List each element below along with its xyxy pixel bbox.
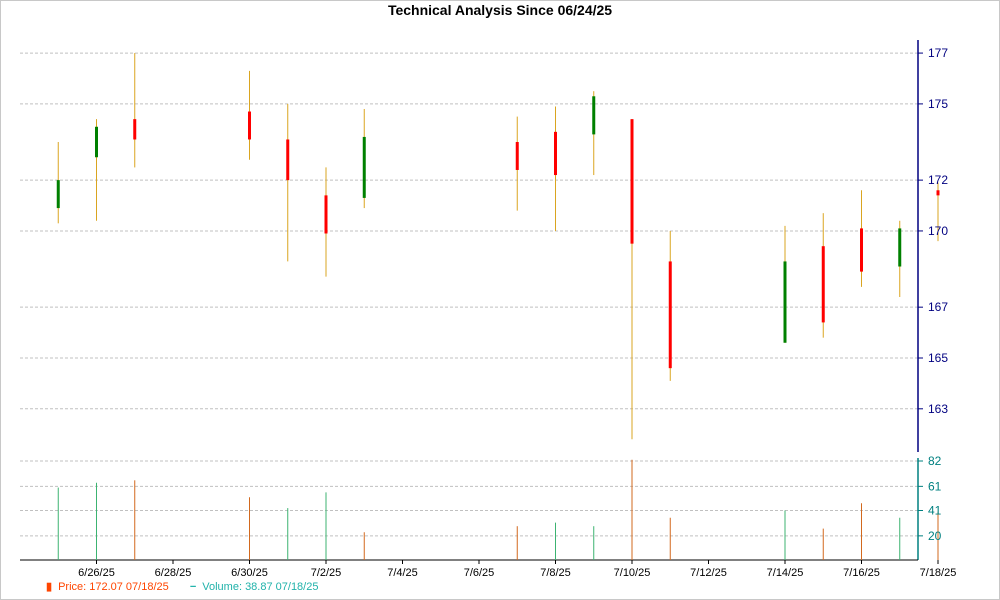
candle-body: [95, 126, 98, 158]
candle-body: [362, 136, 366, 198]
axes: [20, 40, 939, 564]
legend: ▮ Price: 172.07 07/18/25 − Volume: 38.87 0…: [46, 580, 336, 593]
candle-body: [936, 190, 940, 196]
x-tick-label: 7/2/25: [311, 567, 342, 579]
x-tick-label: 6/26/25: [78, 567, 115, 579]
price-tick-label: 177: [928, 46, 948, 60]
x-tick-label: 7/12/25: [690, 567, 727, 579]
legend-price: ▮ Price: 172.07 07/18/25: [46, 580, 169, 593]
volume-tick-label: 41: [928, 504, 942, 518]
candle-body: [592, 96, 596, 135]
x-tick-label: 7/18/25: [920, 567, 957, 579]
candle-body: [821, 246, 825, 323]
volume-tick-label: 61: [928, 479, 942, 493]
candle-body: [668, 261, 672, 369]
price-gridlines: [20, 52, 918, 410]
candle-body: [860, 228, 863, 272]
legend-price-label: Price: 172.07 07/18/25: [58, 581, 169, 593]
candle-body: [286, 139, 290, 181]
candle-body: [515, 142, 519, 170]
volume-gridlines: [20, 460, 918, 537]
x-tick-label: 7/6/25: [464, 567, 495, 579]
x-tick-label: 7/10/25: [614, 567, 651, 579]
price-tick-label: 175: [928, 97, 948, 111]
price-candles: [56, 53, 940, 440]
candle-body: [630, 119, 634, 244]
candle-body: [783, 261, 787, 343]
volume-bars: [57, 459, 939, 560]
legend-price-swatch: ▮: [46, 581, 53, 593]
candle-body: [56, 180, 60, 209]
price-tick-label: 165: [928, 351, 948, 365]
candle-body: [248, 111, 251, 140]
legend-volume: − Volume: 38.87 07/18/25: [190, 581, 319, 593]
x-tick-label: 6/30/25: [231, 567, 268, 579]
price-tick-label: 163: [928, 402, 948, 416]
chart-svg: 163 165 167 170 172 175 177 20 41 61 82 6/26/25 6/28…: [20, 40, 957, 579]
candle-body: [898, 228, 902, 267]
candle-body: [554, 131, 557, 176]
x-tick-label: 7/16/25: [843, 567, 880, 579]
volume-tick-label: 20: [928, 529, 942, 543]
legend-volume-label: Volume: 38.87 07/18/25: [202, 581, 319, 593]
x-tick-label: 7/8/25: [540, 567, 571, 579]
candle-body: [324, 195, 328, 234]
price-tick-label: 170: [928, 224, 948, 238]
candle-body: [133, 119, 137, 140]
x-tick-label: 7/14/25: [767, 567, 804, 579]
volume-tick-label: 82: [928, 454, 942, 468]
price-tick-label: 167: [928, 300, 948, 314]
x-tick-label: 6/28/25: [155, 567, 192, 579]
x-tick-label: 7/4/25: [387, 567, 418, 579]
legend-volume-swatch: −: [189, 581, 197, 593]
price-tick-label: 172: [928, 173, 948, 187]
